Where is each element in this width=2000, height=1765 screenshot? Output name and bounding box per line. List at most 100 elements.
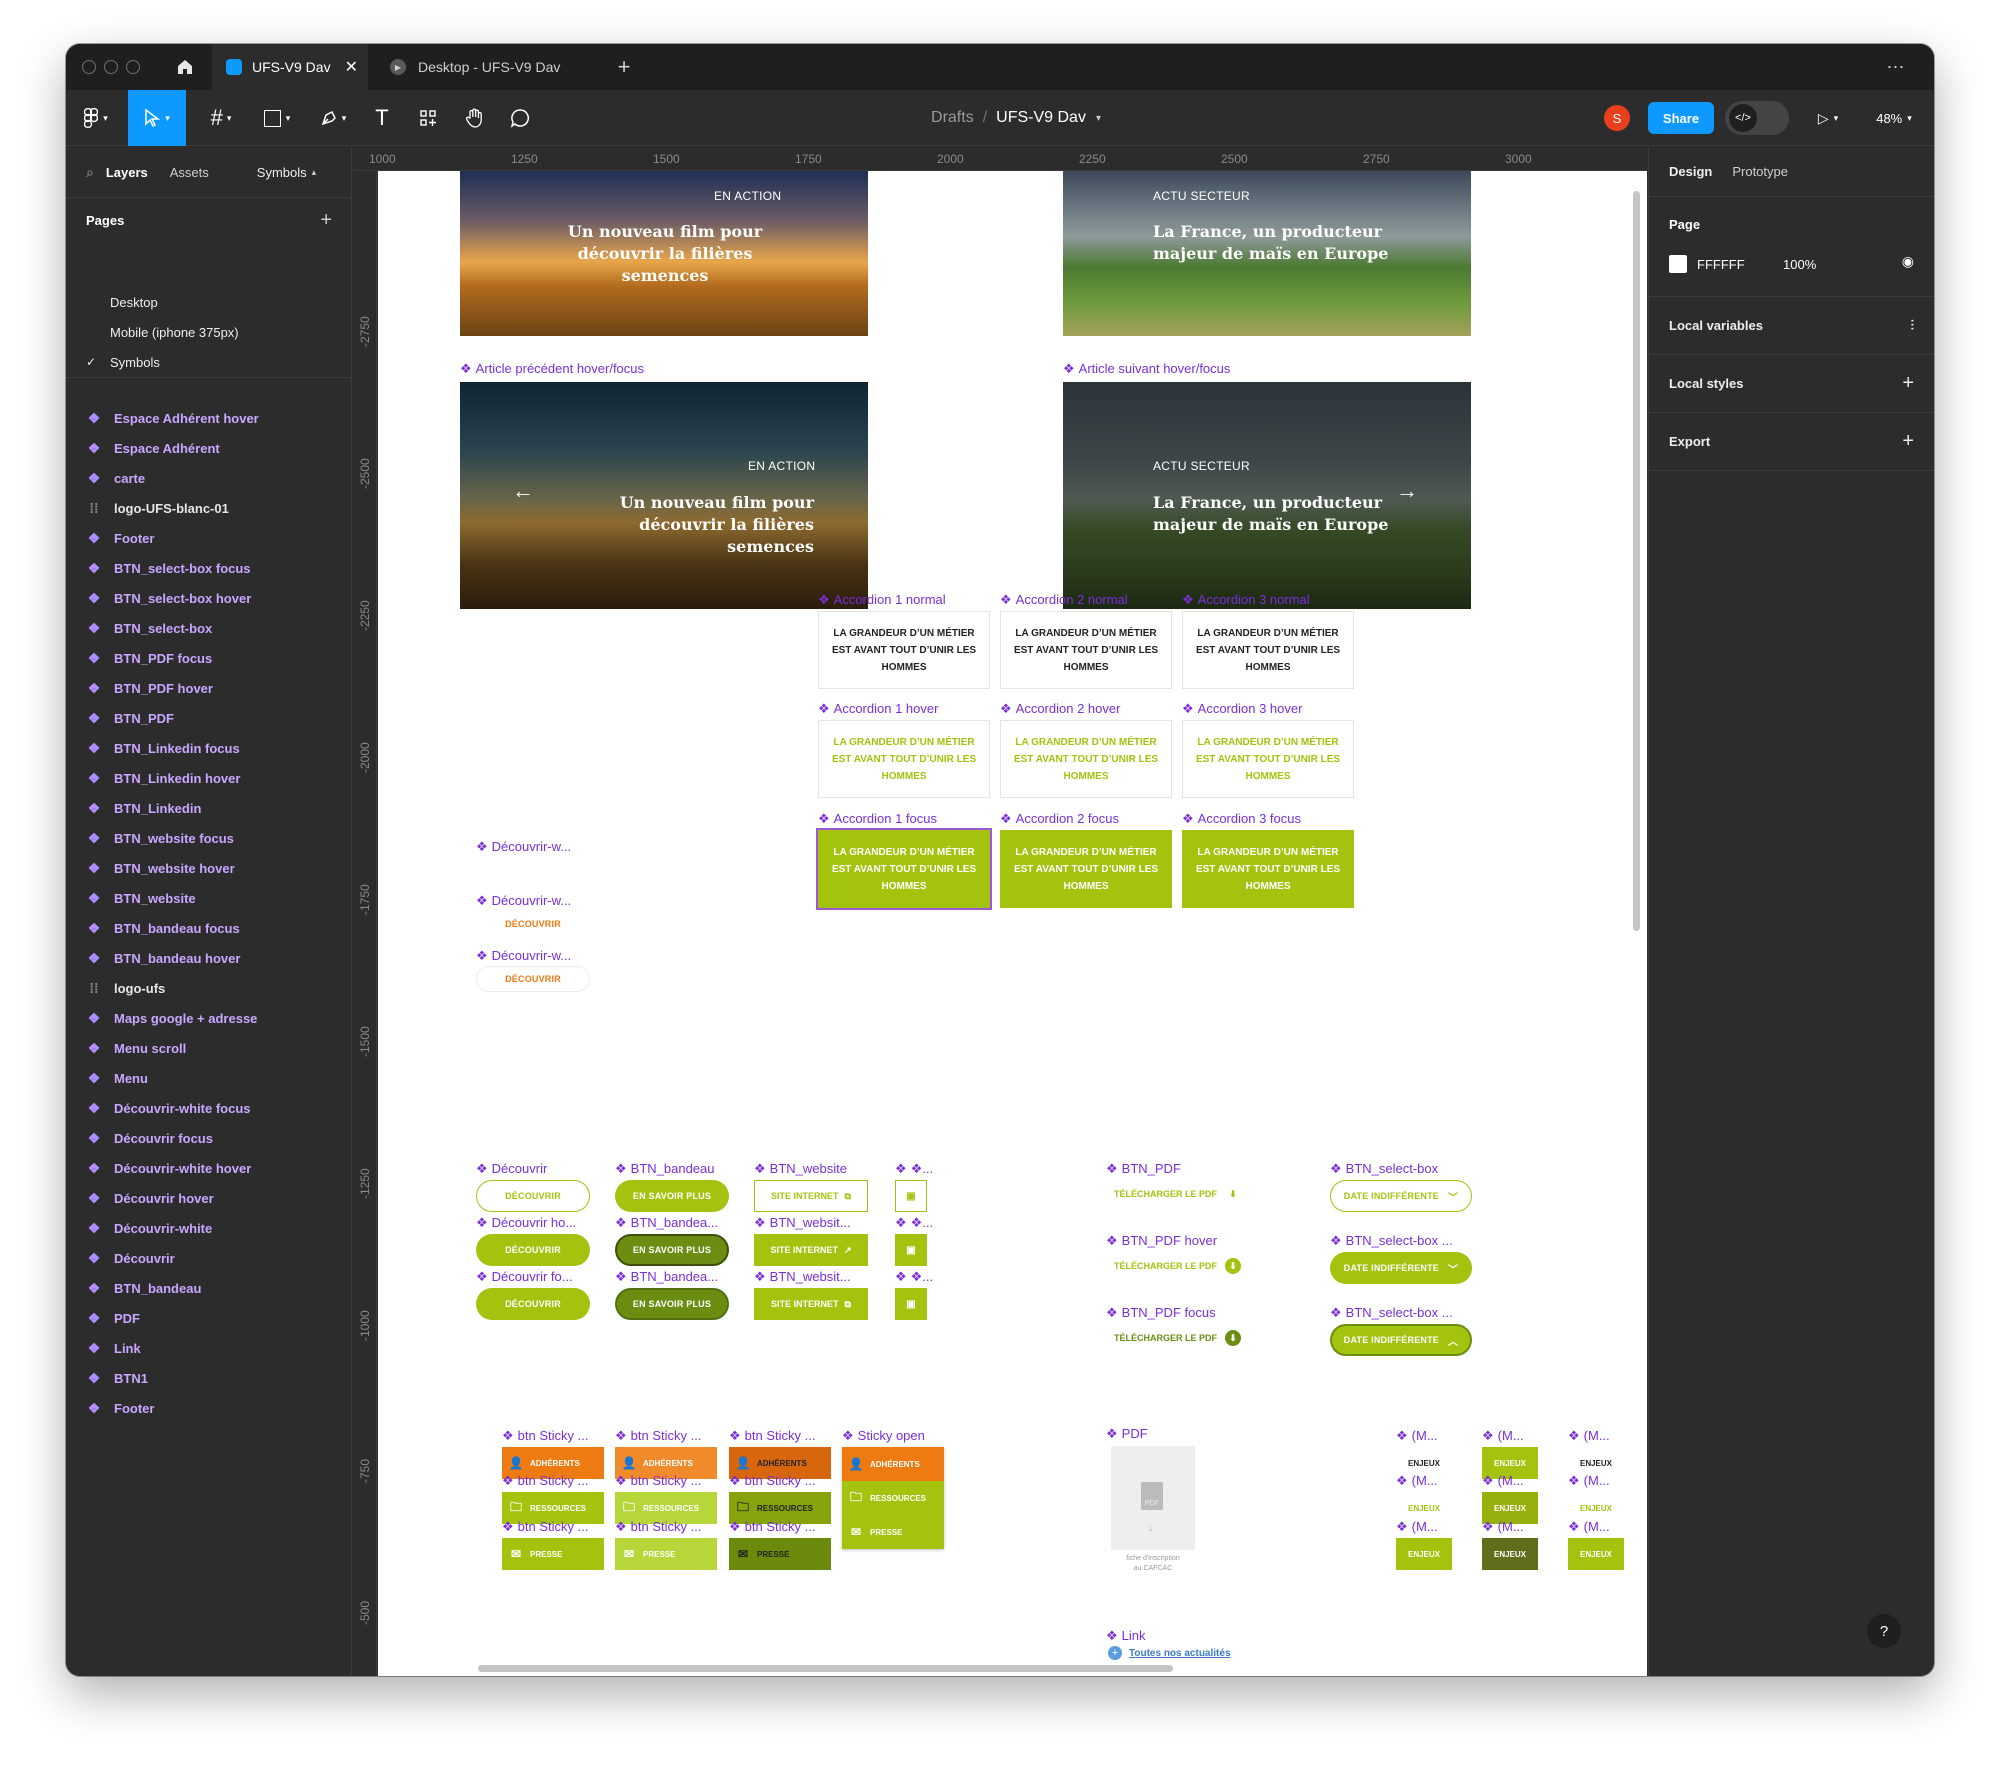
article-card-1[interactable]: EN ACTION Un nouveau film pour découvrir …	[460, 171, 868, 336]
frame-label[interactable]: ❖ (M...	[1568, 1473, 1610, 1489]
present-button[interactable]: ▷ ▾	[1806, 90, 1850, 146]
window-close-button[interactable]	[82, 60, 96, 74]
eye-icon[interactable]: ◉	[1902, 253, 1914, 270]
accordion-normal[interactable]: LA GRANDEUR D’UN MÉTIER EST AVANT TOUT D…	[818, 611, 990, 689]
shape-tool-button[interactable]: ▾	[252, 90, 302, 146]
local-variables-row[interactable]: Local variables ⫶	[1649, 297, 1934, 355]
sticky-open-item[interactable]: 👤 ADHÉRENTS	[842, 1447, 944, 1481]
frame-label[interactable]: ❖ BTN_select-box ...	[1330, 1233, 1453, 1249]
frame-label[interactable]: ❖ BTN_bandea...	[615, 1269, 718, 1285]
move-tool-button[interactable]: ▾	[128, 90, 186, 146]
frame-label[interactable]: ❖ Accordion 2 hover	[1000, 701, 1120, 717]
bandeau-button[interactable]: EN SAVOIR PLUS	[615, 1288, 729, 1320]
vertical-scrollbar[interactable]	[1633, 191, 1640, 931]
chevron-down-icon[interactable]: ▾	[1096, 113, 1101, 124]
frame-label[interactable]: ❖ PDF	[1106, 1426, 1148, 1442]
frame-label[interactable]: ❖ ❖...	[895, 1161, 933, 1177]
frame-label[interactable]: ❖ ❖...	[895, 1215, 933, 1231]
window-minimize-button[interactable]	[104, 60, 118, 74]
help-button[interactable]: ?	[1867, 1614, 1901, 1648]
frame-label[interactable]: ❖ (M...	[1396, 1428, 1438, 1444]
accordion-hover[interactable]: LA GRANDEUR D’UN MÉTIER EST AVANT TOUT D…	[1182, 720, 1354, 798]
frame-label[interactable]: ❖ Accordion 3 hover	[1182, 701, 1302, 717]
breadcrumb-drafts[interactable]: Drafts	[931, 109, 974, 127]
sticky-button[interactable]: ✉ PRESSE	[502, 1538, 604, 1570]
frame-label[interactable]: ❖ Accordion 1 hover	[818, 701, 938, 717]
pdf-thumbnail[interactable]: PDF ⤓	[1111, 1446, 1195, 1550]
add-style-icon[interactable]: +	[1902, 372, 1914, 395]
frame-label[interactable]: ❖ (M...	[1396, 1473, 1438, 1489]
sticky-open-panel[interactable]: 👤 ADHÉRENTS 🗀 RESSOURCES ✉ PRESSE	[842, 1447, 944, 1549]
sticky-open-item[interactable]: ✉ PRESSE	[842, 1515, 944, 1549]
add-export-icon[interactable]: +	[1902, 430, 1914, 453]
frame-label[interactable]: ❖ Accordion 1 normal	[818, 592, 946, 608]
add-page-icon[interactable]: +	[320, 209, 332, 232]
frame-label[interactable]: ❖ Découvrir-w...	[476, 948, 571, 964]
frame-label[interactable]: ❖ BTN_select-box ...	[1330, 1305, 1453, 1321]
accordion-normal[interactable]: LA GRANDEUR D’UN MÉTIER EST AVANT TOUT D…	[1000, 611, 1172, 689]
main-menu-button[interactable]: ▾	[74, 90, 118, 146]
frame-label[interactable]: ❖ btn Sticky ...	[729, 1428, 815, 1444]
page-selector[interactable]: Symbols	[257, 165, 307, 180]
page-opacity-value[interactable]: 100%	[1783, 257, 1816, 272]
accordion-hover[interactable]: LA GRANDEUR D’UN MÉTIER EST AVANT TOUT D…	[818, 720, 990, 798]
file-name[interactable]: UFS-V9 Dav	[996, 109, 1086, 127]
frame-label[interactable]: ❖ btn Sticky ...	[502, 1473, 588, 1489]
tab-ufs-v9-dav[interactable]: UFS-V9 Dav ✕	[212, 44, 368, 90]
pdf-download-button[interactable]: TÉLÉCHARGER LE PDF ⬇	[1114, 1330, 1242, 1346]
accordion-focus[interactable]: LA GRANDEUR D’UN MÉTIER EST AVANT TOUT D…	[1000, 830, 1172, 908]
frame-label[interactable]: ❖ BTN_websit...	[754, 1215, 851, 1231]
pdf-download-button[interactable]: TÉLÉCHARGER LE PDF ⬇	[1114, 1186, 1241, 1202]
export-row[interactable]: Export +	[1649, 413, 1934, 471]
hand-tool-button[interactable]	[454, 90, 494, 146]
frame-label[interactable]: ❖ BTN_PDF focus	[1106, 1305, 1216, 1321]
sticky-button[interactable]: ✉ PRESSE	[615, 1538, 717, 1570]
sticky-button[interactable]: ✉ PRESSE	[729, 1538, 831, 1570]
tab-assets[interactable]: Assets	[170, 165, 209, 180]
enjeux-tag[interactable]: ENJEUX	[1568, 1538, 1624, 1570]
frame-label[interactable]: ❖ Link	[1106, 1628, 1146, 1644]
variables-sliders-icon[interactable]: ⫶	[1911, 317, 1915, 334]
bandeau-button[interactable]: EN SAVOIR PLUS	[615, 1180, 729, 1212]
layer-item[interactable]: ❖ Footer	[66, 1389, 352, 1427]
frame-label[interactable]: ❖ btn Sticky ...	[502, 1428, 588, 1444]
arrow-right-icon[interactable]: →	[1396, 478, 1418, 504]
arrow-left-icon[interactable]: ←	[512, 478, 534, 504]
dev-mode-toggle[interactable]: </>	[1724, 90, 1790, 146]
new-tab-button[interactable]: +	[604, 44, 644, 90]
frame-label[interactable]: ❖ btn Sticky ...	[729, 1473, 815, 1489]
frame-label[interactable]: ❖ (M...	[1482, 1519, 1524, 1535]
decouvrir-button[interactable]: DÉCOUVRIR	[476, 1180, 590, 1212]
close-tab-icon[interactable]: ✕	[345, 57, 358, 77]
tab-layers[interactable]: Layers	[106, 165, 148, 180]
frame-label[interactable]: ❖ (M...	[1482, 1428, 1524, 1444]
frame-label[interactable]: ❖ Accordion 2 focus	[1000, 811, 1119, 827]
page-color-value[interactable]: FFFFFF	[1697, 257, 1745, 272]
page-item[interactable]: ✓ Symbols	[66, 343, 352, 381]
frame-label[interactable]: ❖ BTN_select-box	[1330, 1161, 1438, 1177]
chevron-up-icon[interactable]: ▴	[312, 167, 317, 178]
frame-label[interactable]: ❖ BTN_PDF	[1106, 1161, 1181, 1177]
accordion-hover[interactable]: LA GRANDEUR D’UN MÉTIER EST AVANT TOUT D…	[1000, 720, 1172, 798]
accordion-focus[interactable]: LA GRANDEUR D’UN MÉTIER EST AVANT TOUT D…	[1182, 830, 1354, 908]
frame-label[interactable]: ❖ ❖...	[895, 1269, 933, 1285]
frame-label[interactable]: ❖ Article suivant hover/focus	[1063, 361, 1230, 377]
frame-label[interactable]: ❖ btn Sticky ...	[729, 1519, 815, 1535]
frame-label[interactable]: ❖ Accordion 3 focus	[1182, 811, 1301, 827]
frame-label[interactable]: ❖ BTN_PDF hover	[1106, 1233, 1217, 1249]
frame-label[interactable]: ❖ btn Sticky ...	[615, 1473, 701, 1489]
enjeux-tag[interactable]: ENJEUX	[1396, 1538, 1452, 1570]
select-box-button[interactable]: DATE INDIFFÉRENTE ﹀	[1330, 1252, 1472, 1284]
pdf-download-button[interactable]: TÉLÉCHARGER LE PDF ⬇	[1114, 1258, 1242, 1274]
canvas[interactable]: EN ACTION Un nouveau film pour découvrir …	[378, 171, 1647, 1676]
zoom-control[interactable]: 48% ▾	[1866, 90, 1922, 146]
tab-design[interactable]: Design	[1669, 164, 1712, 179]
linkedin-button[interactable]: ▣	[895, 1180, 927, 1212]
frame-label[interactable]: ❖ Accordion 1 focus	[818, 811, 937, 827]
text-tool-button[interactable]: T	[362, 90, 402, 146]
tab-desktop[interactable]: ▶ Desktop - UFS-V9 Dav	[376, 44, 596, 90]
frame-label[interactable]: ❖ btn Sticky ...	[615, 1519, 701, 1535]
frame-label[interactable]: ❖ Découvrir ho...	[476, 1215, 576, 1231]
accordion-normal[interactable]: LA GRANDEUR D’UN MÉTIER EST AVANT TOUT D…	[1182, 611, 1354, 689]
frame-label[interactable]: ❖ Découvrir	[476, 1161, 547, 1177]
